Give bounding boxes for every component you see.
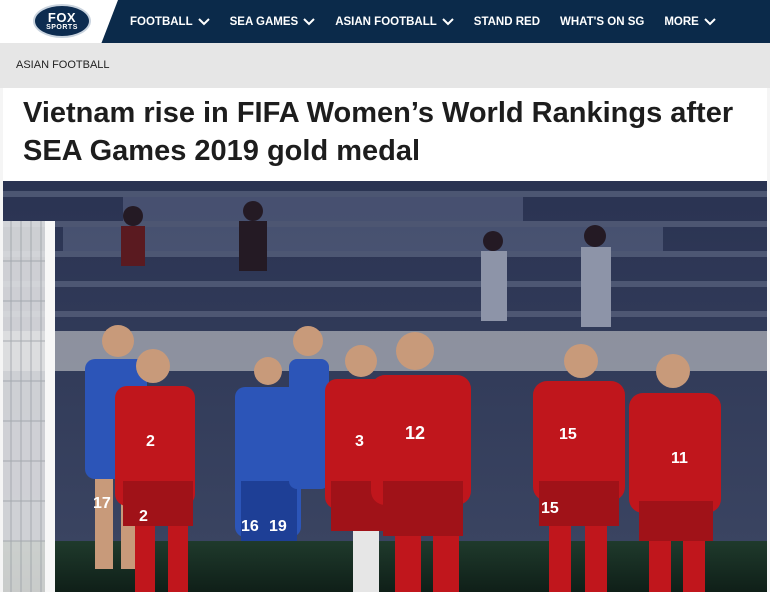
nav-item-stand-red[interactable]: STAND RED <box>474 16 540 28</box>
jersey-number: 16 <box>241 518 259 535</box>
chevron-down-icon <box>303 17 315 25</box>
hero-photo-illustration: 17 16 19 2 2 3 12 15 15 11 <box>3 181 767 592</box>
chevron-down-icon <box>704 17 716 25</box>
article-header: Vietnam rise in FIFA Women’s World Ranki… <box>3 88 767 181</box>
jersey-number: 11 <box>671 450 688 467</box>
top-navigation-bar: FOX SPORTS FOOTBALL SEA GAMES ASIAN FOOT… <box>0 0 770 43</box>
chevron-down-icon <box>197 17 210 25</box>
nav-item-label: ASIAN FOOTBALL <box>335 15 437 28</box>
jersey-number: 2 <box>139 508 148 525</box>
nav-item-whats-on-sg[interactable]: WHAT'S ON SG <box>560 16 644 28</box>
breadcrumb-bar: ASIAN FOOTBALL <box>0 43 770 88</box>
logo-text-sports: SPORTS <box>46 23 78 31</box>
chevron-down-icon <box>442 17 454 25</box>
nav-item-asian-football[interactable]: ASIAN FOOTBALL <box>335 16 454 28</box>
jersey-number: 19 <box>269 518 287 535</box>
jersey-number: 15 <box>541 500 559 517</box>
nav-item-sea-games[interactable]: SEA GAMES <box>230 16 316 28</box>
nav-item-label: FOOTBALL <box>130 15 193 28</box>
goal-net <box>3 221 55 592</box>
nav-item-label: STAND RED <box>473 15 541 28</box>
jersey-number: 17 <box>93 495 111 512</box>
nav-item-label: WHAT'S ON SG <box>560 15 645 28</box>
jersey-number: 3 <box>355 433 364 450</box>
jersey-number: 15 <box>559 426 577 443</box>
nav-item-more[interactable]: MORE <box>664 16 716 28</box>
article-hero-image: 17 16 19 2 2 3 12 15 15 11 <box>3 181 767 592</box>
nav-item-football[interactable]: FOOTBALL <box>130 16 210 28</box>
jersey-number: 2 <box>146 433 155 450</box>
nav-item-label: SEA GAMES <box>229 15 299 28</box>
article-title: Vietnam rise in FIFA Women’s World Ranki… <box>23 97 734 167</box>
jersey-number: 12 <box>405 423 425 443</box>
logo-text-fox: FOX <box>47 9 77 25</box>
nav-menu: FOOTBALL SEA GAMES ASIAN FOOTBALL STAND … <box>130 0 736 43</box>
nav-item-label: MORE <box>664 15 699 28</box>
fox-sports-logo[interactable]: FOX SPORTS <box>33 4 91 38</box>
breadcrumb-category-link[interactable]: ASIAN FOOTBALL <box>16 59 110 71</box>
logo-container[interactable]: FOX SPORTS <box>0 0 118 43</box>
